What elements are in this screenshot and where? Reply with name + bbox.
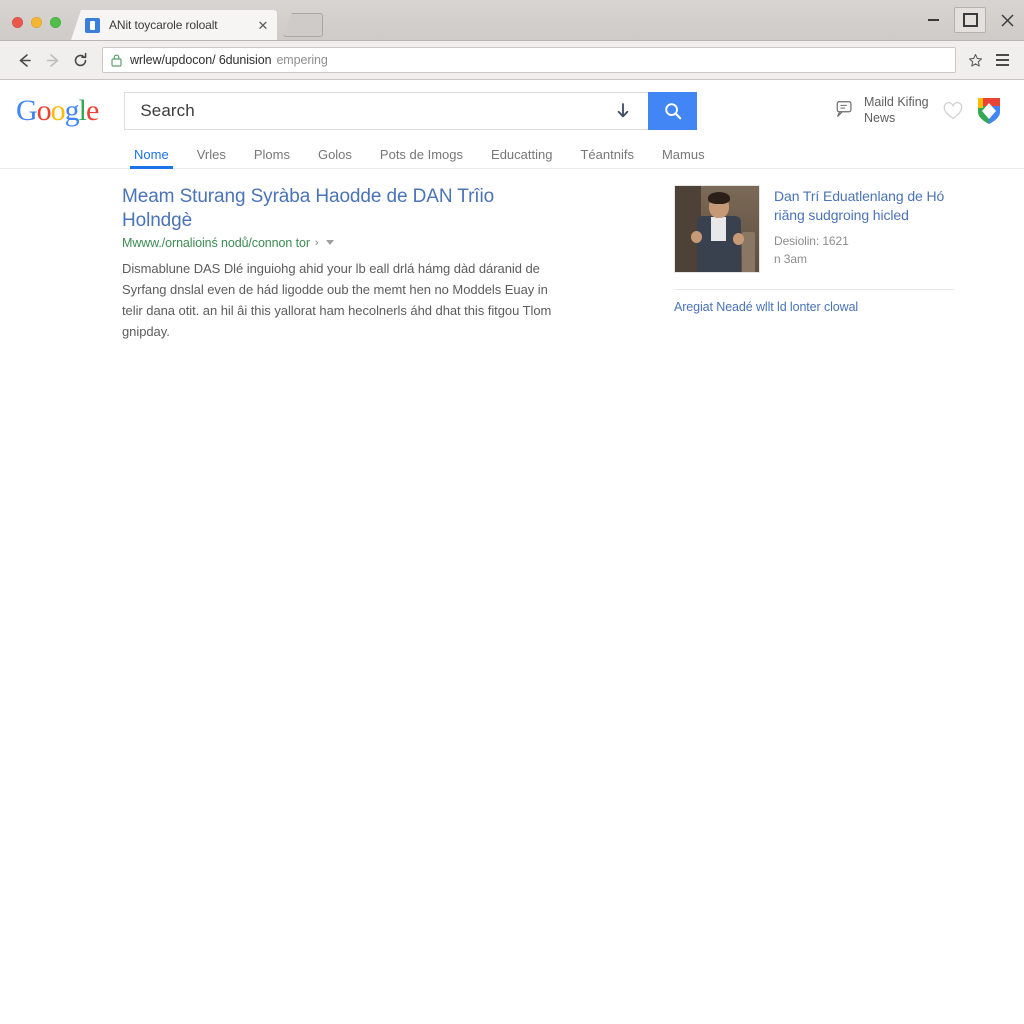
photo-shirt	[711, 217, 726, 241]
tab-mamus[interactable]: Mamus	[648, 148, 719, 168]
search-nav-tabs: Nome Vrles Ploms Golos Pots de Imogs Edu…	[0, 140, 1024, 169]
window-controls	[916, 0, 1024, 40]
tab-label: Nome	[134, 147, 169, 162]
download-arrow-icon[interactable]	[608, 101, 638, 121]
tab-label: Pots de Imogs	[379, 147, 464, 162]
tab-label: Educatting	[491, 147, 553, 162]
logo-letter-e: e	[86, 94, 99, 127]
tab-vrles[interactable]: Vrles	[183, 148, 240, 168]
magnifier-icon	[665, 103, 682, 120]
tab-label: Mamus	[661, 147, 705, 162]
knowledge-panel-meta: Dan Trí Eduatlenlang de Hó riăng sudgroi…	[774, 185, 954, 273]
photo-right-hand	[733, 233, 744, 245]
tab-label: Vrles	[196, 147, 226, 162]
logo-letter-g1: G	[16, 94, 38, 127]
logo-letter-o2: o	[50, 94, 66, 127]
forward-button[interactable]	[38, 46, 66, 74]
close-window-button[interactable]	[12, 17, 23, 28]
address-bar-suffix: empering	[276, 53, 328, 67]
browser-tab[interactable]: ANit toycarole roloalt ✕	[71, 10, 277, 40]
search-input[interactable]: Search	[124, 92, 649, 130]
logo-letter-g2: g	[64, 94, 80, 127]
header-actions: Maild Kifing News	[835, 95, 1008, 126]
organic-results-column: Meam Sturang Syràba Haodde de DAN Trîio …	[0, 185, 556, 342]
maximize-button[interactable]	[954, 7, 986, 33]
knowledge-panel-title[interactable]: Dan Trí Eduatlenlang de Hó riăng sudgroi…	[774, 187, 954, 225]
star-icon	[968, 53, 982, 67]
address-bar-url: wrlew/updocon/ 6dunision	[130, 53, 272, 67]
photo-hair	[708, 192, 730, 204]
tab-title: ANit toycarole roloalt	[109, 18, 218, 32]
tab-label: Ploms	[253, 147, 290, 162]
logo-letter-o1: o	[36, 94, 52, 127]
photo-left-hand	[691, 231, 702, 243]
tab-strip: ANit toycarole roloalt ✕	[71, 0, 916, 40]
result-url-chevron: ›	[314, 236, 319, 249]
address-bar[interactable]: wrlew/updocon/ 6dunision empering	[102, 47, 956, 73]
tab-educatting[interactable]: Educatting	[477, 148, 566, 168]
tab-teantnifs[interactable]: Téantnifs	[566, 148, 647, 168]
minimize-button[interactable]	[916, 6, 950, 34]
browser-menu-button[interactable]	[990, 47, 1014, 73]
knowledge-panel-meta-line-2: n 3am	[774, 252, 807, 267]
knowledge-panel-meta-line-1: Desiolin: 1621	[774, 233, 849, 248]
search-header: Google Search Maild Kifing News	[0, 80, 1024, 140]
search-bar: Search	[124, 92, 698, 130]
knowledge-panel: Dan Trí Eduatlenlang de Hó riăng sudgroi…	[674, 185, 954, 342]
result-url-row: Mwww./ornalioinś nodů/connon tor ›	[122, 236, 556, 250]
tab-nome[interactable]: Nome	[120, 147, 183, 169]
heart-icon[interactable]	[942, 101, 964, 121]
minimize-icon	[927, 19, 939, 21]
search-input-value: Search	[140, 101, 195, 120]
google-logo[interactable]: Google	[16, 94, 99, 127]
zoom-window-button[interactable]	[50, 17, 61, 28]
bookmark-button[interactable]	[962, 47, 988, 73]
menu-icon-line	[995, 54, 1009, 56]
browser-toolbar: wrlew/updocon/ 6dunision empering	[0, 41, 1024, 80]
forward-arrow-icon	[46, 53, 58, 67]
reload-button[interactable]	[66, 46, 94, 74]
menu-icon-line	[995, 59, 1009, 61]
search-results-area: Meam Sturang Syràba Haodde de DAN Trîio …	[0, 169, 1024, 342]
result-url: Mwww./ornalioinś nodů/connon tor	[122, 235, 310, 250]
menu-icon-line	[995, 64, 1009, 66]
result-snippet: Dismablune DAS Dlé inguiohg ahid your lb…	[122, 260, 552, 339]
tab-label: Téantnifs	[580, 147, 634, 162]
close-icon	[1001, 14, 1013, 26]
chevron-down-icon[interactable]	[325, 240, 334, 245]
maximize-icon	[962, 13, 978, 27]
tab-golos[interactable]: Golos	[304, 148, 366, 168]
tab-ploms[interactable]: Ploms	[240, 148, 304, 168]
tab-close-icon[interactable]: ✕	[255, 17, 271, 33]
tab-favicon-icon	[85, 17, 100, 33]
knowledge-panel-header: Dan Trí Eduatlenlang de Hó riăng sudgroi…	[674, 185, 954, 273]
result-title-link[interactable]: Meam Sturang Syràba Haodde de DAN Trîio …	[122, 185, 556, 233]
minimize-window-button[interactable]	[31, 17, 42, 28]
back-arrow-icon	[19, 53, 31, 67]
new-tab-button[interactable]	[283, 13, 323, 37]
title-bar: ANit toycarole roloalt ✕	[0, 0, 1024, 41]
lock-icon	[111, 54, 122, 67]
back-button[interactable]	[10, 46, 38, 74]
knowledge-panel-image[interactable]	[674, 185, 760, 273]
knowledge-panel-footer-link[interactable]: Aregiat Neadé wllt ld lonter clowal	[674, 300, 954, 314]
tab-label: Golos	[317, 147, 352, 162]
close-button[interactable]	[990, 6, 1024, 34]
search-submit-button[interactable]	[648, 92, 698, 130]
reload-icon	[74, 52, 86, 66]
logo-letter-l: l	[78, 94, 87, 127]
search-result-item: Meam Sturang Syràba Haodde de DAN Trîio …	[122, 185, 556, 342]
tab-pots-de-imogs[interactable]: Pots de Imogs	[366, 148, 477, 168]
comment-bubble-icon	[835, 99, 855, 124]
mac-traffic-lights	[0, 17, 71, 40]
browser-window: ANit toycarole roloalt ✕ wrlew/updocon/ …	[0, 0, 1024, 80]
news-shortcut-label: Maild Kifing News	[864, 95, 929, 125]
shield-badge-icon[interactable]	[976, 96, 1002, 126]
knowledge-panel-divider	[674, 289, 954, 290]
news-shortcut[interactable]: Maild Kifing News	[835, 95, 930, 126]
